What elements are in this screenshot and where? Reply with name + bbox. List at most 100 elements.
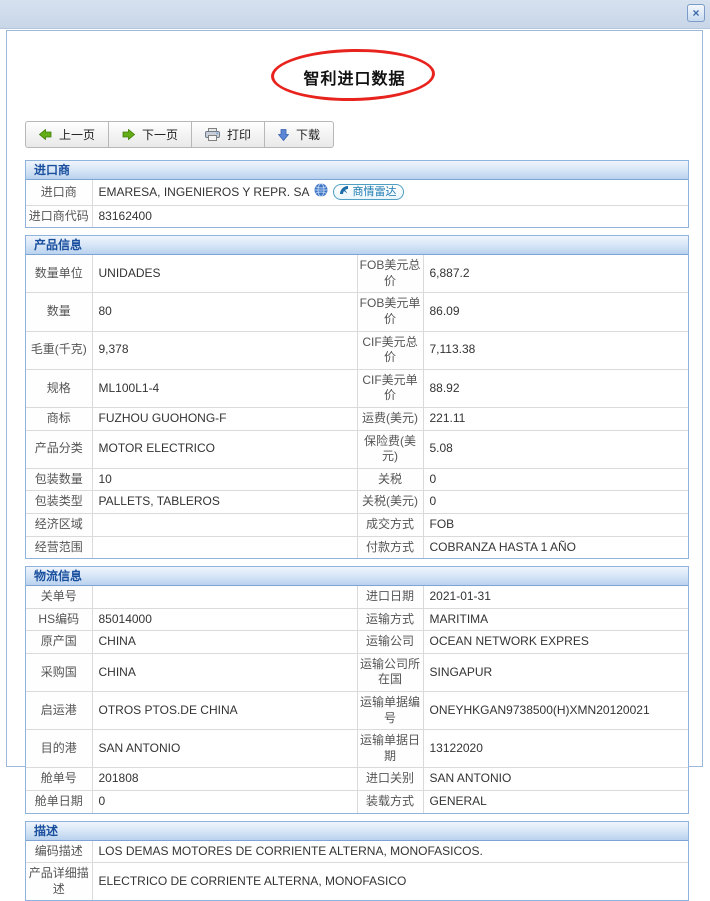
field-value: OCEAN NETWORK EXPRES [423, 631, 688, 654]
field-value: SAN ANTONIO [92, 730, 357, 768]
field-value: CHINA [92, 653, 357, 691]
field-label: 运输单据编号 [357, 692, 423, 730]
table-row: 进口商代码83162400 [26, 205, 688, 227]
field-value: COBRANZA HASTA 1 AÑO [423, 536, 688, 558]
field-label: 规格 [26, 369, 92, 407]
field-value: 0 [423, 468, 688, 491]
field-value: 201808 [92, 768, 357, 791]
section-header-importer: 进口商 [26, 161, 688, 180]
field-label: 运输公司所在国 [357, 653, 423, 691]
table-row: 毛重(千克)9,378CIF美元总价7,113.38 [26, 331, 688, 369]
field-value: SAN ANTONIO [423, 768, 688, 791]
field-label: 产品详细描述 [26, 863, 92, 901]
field-value: SINGAPUR [423, 653, 688, 691]
field-value: LOS DEMAS MOTORES DE CORRIENTE ALTERNA, … [92, 841, 688, 863]
field-value: 10 [92, 468, 357, 491]
field-label: 编码描述 [26, 841, 92, 863]
table-row: 产品分类MOTOR ELECTRICO保险费(美元)5.08 [26, 430, 688, 468]
field-label: 关税(美元) [357, 491, 423, 514]
field-label: 舱单号 [26, 768, 92, 791]
field-label: 关单号 [26, 586, 92, 608]
window-titlebar: × [0, 0, 710, 29]
printer-icon [205, 128, 220, 141]
field-value: 85014000 [92, 608, 357, 631]
radar-icon [339, 185, 349, 199]
arrow-down-icon [278, 129, 289, 141]
field-label: 进口商 [26, 180, 92, 205]
field-label: 成交方式 [357, 513, 423, 536]
field-value: OTROS PTOS.DE CHINA [92, 692, 357, 730]
field-label: 运费(美元) [357, 407, 423, 430]
field-value: 80 [92, 293, 357, 331]
field-value: MARITIMA [423, 608, 688, 631]
table-row: 数量单位UNIDADESFOB美元总价6,887.2 [26, 255, 688, 293]
field-label: 付款方式 [357, 536, 423, 558]
field-value [92, 513, 357, 536]
field-label: 进口商代码 [26, 205, 92, 227]
download-label: 下载 [296, 126, 320, 143]
field-label: 运输单据日期 [357, 730, 423, 768]
field-label: 目的港 [26, 730, 92, 768]
table-row: 商标FUZHOU GUOHONG-F运费(美元)221.11 [26, 407, 688, 430]
importer-name: EMARESA, INGENIEROS Y REPR. SA [99, 185, 310, 201]
field-label: 经营范围 [26, 536, 92, 558]
field-label: 启运港 [26, 692, 92, 730]
table-row: 目的港SAN ANTONIO运输单据日期13122020 [26, 730, 688, 768]
field-value: EMARESA, INGENIEROS Y REPR. SA 商情雷达 [92, 180, 688, 205]
field-value: GENERAL [423, 791, 688, 813]
section-description: 描述编码描述LOS DEMAS MOTORES DE CORRIENTE ALT… [25, 821, 689, 901]
section-table-logistics: 关单号进口日期2021-01-31HS编码85014000运输方式MARITIM… [26, 586, 688, 813]
field-label: 经济区域 [26, 513, 92, 536]
field-value: 13122020 [423, 730, 688, 768]
field-label: FOB美元单价 [357, 293, 423, 331]
field-value: ELECTRICO DE CORRIENTE ALTERNA, MONOFASI… [92, 863, 688, 901]
field-label: 采购国 [26, 653, 92, 691]
next-page-button[interactable]: 下一页 [108, 121, 192, 148]
field-label: 包装数量 [26, 468, 92, 491]
close-icon[interactable]: × [687, 4, 705, 22]
field-value: ONEYHKGAN9738500(H)XMN20120021 [423, 692, 688, 730]
field-value: 83162400 [92, 205, 688, 227]
table-row: 编码描述LOS DEMAS MOTORES DE CORRIENTE ALTER… [26, 841, 688, 863]
field-value: 5.08 [423, 430, 688, 468]
field-label: 原产国 [26, 631, 92, 654]
section-header-logistics: 物流信息 [26, 567, 688, 586]
table-row: 进口商 EMARESA, INGENIEROS Y REPR. SA 商情雷达 [26, 180, 688, 205]
business-radar-label: 商情雷达 [352, 185, 396, 199]
field-value: 2021-01-31 [423, 586, 688, 608]
title-zone: 智利进口数据 [7, 45, 702, 107]
section-header-description: 描述 [26, 822, 688, 841]
section-importer: 进口商进口商 EMARESA, INGENIEROS Y REPR. SA 商情雷达… [25, 160, 689, 228]
section-logistics: 物流信息关单号进口日期2021-01-31HS编码85014000运输方式MAR… [25, 566, 689, 814]
prev-page-button[interactable]: 上一页 [25, 121, 109, 148]
field-value: 0 [92, 791, 357, 813]
field-label: 关税 [357, 468, 423, 491]
field-label: HS编码 [26, 608, 92, 631]
table-row: 经济区域 成交方式FOB [26, 513, 688, 536]
arrow-left-icon [39, 129, 52, 140]
detail-panel: 智利进口数据 上一页 下一页 打印 [6, 30, 703, 767]
field-value: PALLETS, TABLEROS [92, 491, 357, 514]
globe-icon[interactable] [314, 183, 328, 202]
field-value: 86.09 [423, 293, 688, 331]
field-value [92, 536, 357, 558]
section-table-product: 数量单位UNIDADESFOB美元总价6,887.2数量80FOB美元单价86.… [26, 255, 688, 558]
table-row: 启运港OTROS PTOS.DE CHINA运输单据编号ONEYHKGAN973… [26, 692, 688, 730]
field-value: FUZHOU GUOHONG-F [92, 407, 357, 430]
field-value: UNIDADES [92, 255, 357, 293]
field-value: 88.92 [423, 369, 688, 407]
table-row: 采购国CHINA运输公司所在国SINGAPUR [26, 653, 688, 691]
field-value: 221.11 [423, 407, 688, 430]
table-row: 原产国CHINA运输公司OCEAN NETWORK EXPRES [26, 631, 688, 654]
field-label: 数量 [26, 293, 92, 331]
table-row: HS编码85014000运输方式MARITIMA [26, 608, 688, 631]
field-label: FOB美元总价 [357, 255, 423, 293]
field-value: CHINA [92, 631, 357, 654]
download-button[interactable]: 下载 [264, 121, 334, 148]
field-value [92, 586, 357, 608]
business-radar-badge[interactable]: 商情雷达 [333, 184, 404, 200]
field-value: FOB [423, 513, 688, 536]
print-button[interactable]: 打印 [191, 121, 265, 148]
field-label: 运输公司 [357, 631, 423, 654]
section-product: 产品信息数量单位UNIDADESFOB美元总价6,887.2数量80FOB美元单… [25, 235, 689, 559]
